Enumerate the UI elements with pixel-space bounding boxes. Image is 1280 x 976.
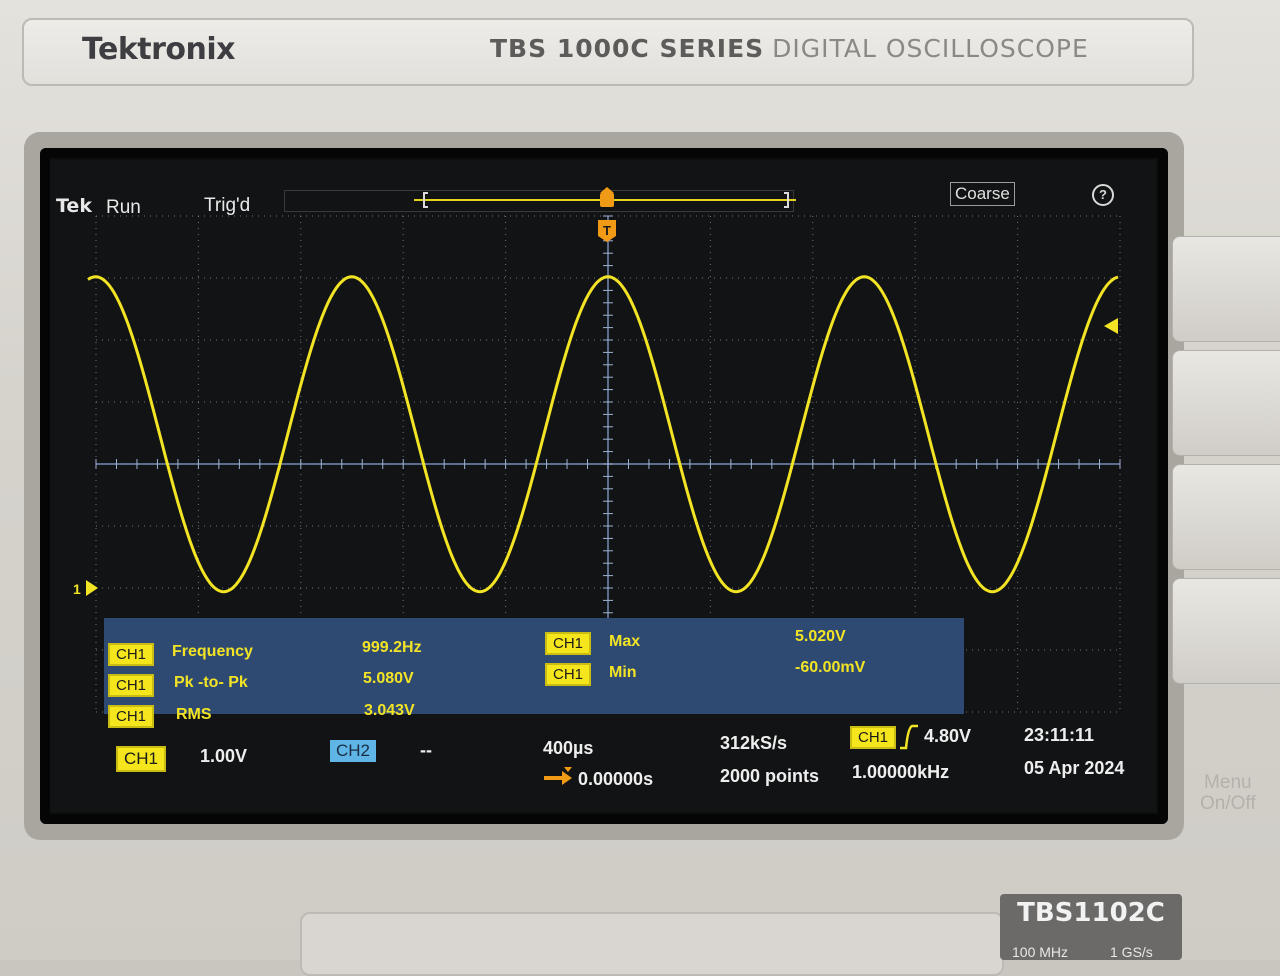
horizontal-position-icon	[544, 767, 572, 785]
meas-pk-pk-label: Pk -to- Pk	[174, 674, 248, 691]
scope-graticule: T 1	[73, 187, 1121, 713]
side-menu-button-3[interactable]	[1172, 464, 1280, 570]
trigger-position-label: T	[603, 223, 611, 238]
menu-on-off-label: Menu On/Off	[1200, 772, 1256, 814]
meas-ch1-chip: CH1	[108, 705, 155, 728]
clock-time: 23:11:11	[1024, 725, 1095, 745]
meas-max-value: 5.020V	[795, 628, 846, 645]
ch1-volts-per-div: 1.00V	[200, 746, 248, 766]
ch1-scale-chip[interactable]: CH1	[116, 746, 167, 772]
lower-control-panel	[300, 912, 1004, 976]
trigger-level-icon	[1104, 318, 1118, 334]
menu-label-line-1: Menu	[1204, 772, 1252, 793]
record-length: 2000 points	[720, 766, 820, 786]
spec-bandwidth: 100 MHz	[1012, 944, 1069, 960]
record-trigger-icon	[600, 187, 614, 207]
ch1-ground-label: 1	[73, 581, 81, 597]
rising-edge-icon	[900, 724, 918, 750]
meas-min-value: -60.00mV	[795, 659, 866, 676]
timebase-value: 400µs	[543, 738, 594, 758]
trigger-source-chip[interactable]: CH1	[850, 726, 897, 749]
meas-ch1-chip: CH1	[108, 674, 155, 697]
meas-pk-pk-value: 5.080V	[363, 670, 414, 687]
clock-date: 05 Apr 2024	[1024, 758, 1125, 778]
menu-label-line-2: On/Off	[1200, 793, 1256, 814]
meas-rms-value: 3.043V	[364, 702, 415, 719]
meas-ch1-chip: CH1	[108, 643, 155, 666]
side-menu-button-4[interactable]	[1172, 578, 1280, 684]
meas-min-label: Min	[609, 664, 637, 681]
side-menu-button-1[interactable]	[1172, 236, 1280, 342]
meas-max-label: Max	[609, 633, 641, 650]
trigger-position-icon[interactable]: T	[598, 220, 616, 242]
meas-rms-label: RMS	[176, 706, 212, 723]
spec-sample-rate: 1 GS/s	[1110, 944, 1153, 960]
ch2-scale-chip[interactable]: CH2	[330, 740, 377, 762]
meas-ch1-chip: CH1	[545, 632, 592, 655]
meas-frequency-label: Frequency	[172, 643, 253, 660]
side-menu-button-2[interactable]	[1172, 350, 1280, 456]
trigger-frequency: 1.00000kHz	[852, 762, 950, 782]
ch1-ground-marker[interactable]: 1	[73, 580, 98, 597]
ch1-waveform	[87, 275, 1119, 594]
sample-rate: 312kS/s	[720, 733, 788, 753]
meas-frequency-value: 999.2Hz	[362, 639, 422, 656]
meas-ch1-chip: CH1	[545, 663, 592, 686]
trigger-level-value: 4.80V	[924, 726, 972, 746]
horizontal-position-value: 0.00000s	[578, 769, 654, 789]
model-name: TBS1102C	[1017, 898, 1165, 928]
ch2-volts-per-div: --	[420, 740, 432, 760]
